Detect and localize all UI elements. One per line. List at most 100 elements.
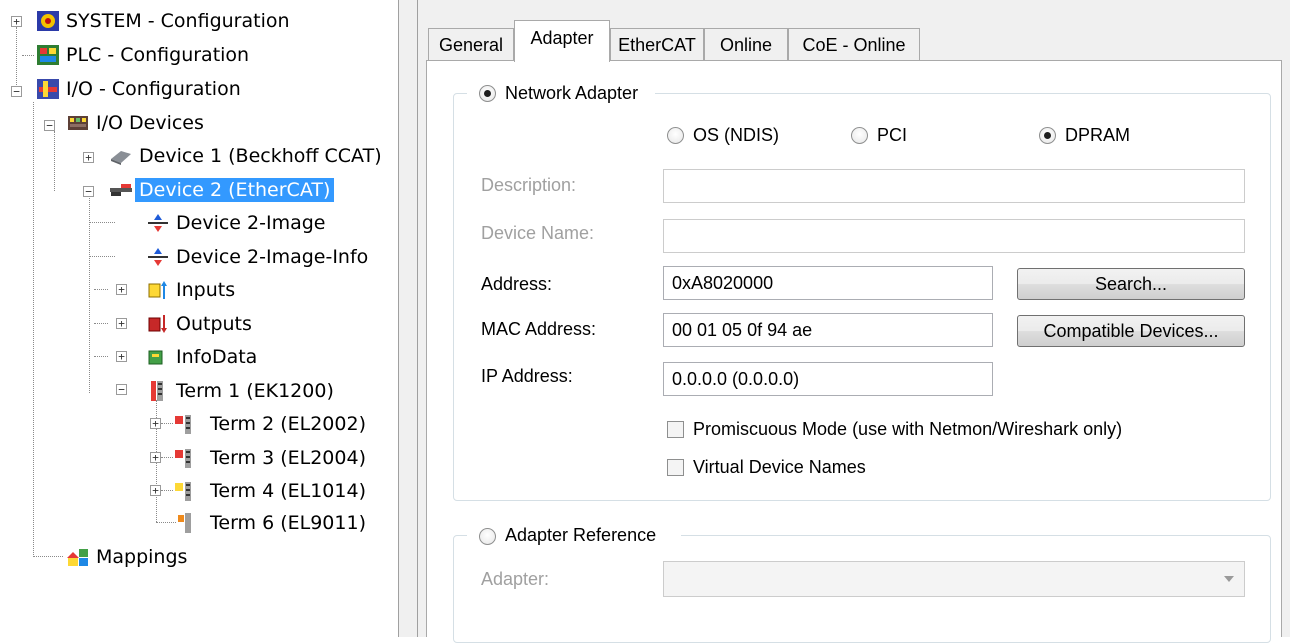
output-terminal-icon	[172, 447, 196, 469]
tree-item-infodata[interactable]: InfoData	[146, 341, 257, 373]
properties-panel: General Adapter EtherCAT Online CoE - On…	[418, 0, 1290, 643]
expand-toggle[interactable]: +	[11, 16, 22, 27]
tab-coe-online[interactable]: CoE - Online	[788, 28, 920, 60]
configuration-tree[interactable]: + − − + − + + + − + + + SYSTEM - Configu…	[0, 0, 400, 637]
tree-line	[33, 556, 63, 557]
tree-item-label: I/O - Configuration	[66, 78, 241, 100]
tree-item-label: Term 3 (EL2004)	[210, 447, 366, 469]
io-devices-icon	[66, 112, 90, 134]
expand-toggle[interactable]: +	[150, 485, 161, 496]
network-adapter-label: Network Adapter	[505, 83, 639, 103]
tab-general[interactable]: General	[428, 28, 514, 60]
tree-line	[94, 356, 108, 357]
tree-item-label: Outputs	[176, 313, 252, 335]
io-config-icon	[36, 78, 60, 100]
pci-radio[interactable]	[851, 127, 868, 144]
expand-toggle[interactable]: +	[150, 452, 161, 463]
tree-item-label: Device 1 (Beckhoff CCAT)	[139, 145, 382, 167]
pci-label: PCI	[877, 125, 908, 145]
tree-item-term6[interactable]: Term 6 (EL9011)	[172, 507, 366, 539]
tree-line	[89, 222, 115, 223]
collapse-toggle[interactable]: −	[44, 120, 55, 131]
tree-item-label-selected: Device 2 (EtherCAT)	[135, 178, 335, 202]
tree-item-label: PLC - Configuration	[66, 44, 250, 66]
tree-item-mappings[interactable]: Mappings	[66, 541, 187, 573]
promiscuous-mode-checkbox[interactable]	[667, 421, 684, 438]
dpram-label: DPRAM	[1065, 125, 1131, 145]
search-button[interactable]: Search...	[1017, 268, 1245, 300]
device-name-field[interactable]	[663, 219, 1245, 253]
expand-toggle[interactable]: +	[150, 418, 161, 429]
tree-item-outputs[interactable]: Outputs	[146, 308, 252, 340]
expand-toggle[interactable]: +	[116, 318, 127, 329]
network-adapter-radio[interactable]	[479, 85, 496, 102]
tree-item-term4[interactable]: Term 4 (EL1014)	[172, 475, 366, 507]
expand-toggle[interactable]: +	[116, 284, 127, 295]
tree-item-label: Device 2-Image-Info	[176, 246, 369, 268]
tree-item-term3[interactable]: Term 3 (EL2004)	[172, 442, 366, 474]
tree-item-device1[interactable]: Device 1 (Beckhoff CCAT)	[109, 140, 382, 172]
ip-address-field[interactable]: 0.0.0.0 (0.0.0.0)	[663, 362, 993, 396]
tree-line	[16, 27, 17, 91]
tree-item-label: Inputs	[176, 279, 236, 301]
tree-line	[94, 289, 108, 290]
tree-item-label: Term 1 (EK1200)	[176, 380, 334, 402]
tab-online[interactable]: Online	[704, 28, 788, 60]
tree-line	[89, 256, 115, 257]
tree-item-device2[interactable]: Device 2 (EtherCAT)	[109, 174, 335, 206]
dpram-radio[interactable]	[1039, 127, 1056, 144]
tree-item-label: Device 2-Image	[176, 212, 326, 234]
expand-toggle[interactable]: +	[116, 351, 127, 362]
splitter[interactable]	[398, 0, 418, 637]
virtual-device-names-checkbox[interactable]	[667, 459, 684, 476]
adapter-tab-page: Network Adapter OS (NDIS) PCI DPRAM Desc…	[426, 60, 1282, 643]
tree-line	[94, 323, 108, 324]
mac-address-label: MAC Address:	[481, 319, 597, 339]
mac-address-field[interactable]: 00 01 05 0f 94 ae	[663, 313, 993, 347]
tree-item-io[interactable]: I/O - Configuration	[36, 73, 241, 105]
adapter-select[interactable]	[663, 561, 1245, 597]
infodata-icon	[146, 346, 170, 368]
collapse-toggle[interactable]: −	[83, 186, 94, 197]
tree-item-label: Mappings	[96, 546, 188, 568]
adapter-label: Adapter:	[481, 569, 550, 589]
network-card-icon	[109, 145, 133, 167]
collapse-toggle[interactable]: −	[116, 384, 127, 395]
adapter-reference-label: Adapter Reference	[505, 525, 657, 545]
inputs-icon	[146, 279, 170, 301]
tree-line	[54, 131, 55, 191]
os-ndis-radio[interactable]	[667, 127, 684, 144]
tree-item-image[interactable]: Device 2-Image	[146, 207, 325, 239]
device-name-label: Device Name:	[481, 223, 595, 243]
tree-item-label: Term 6 (EL9011)	[210, 512, 366, 534]
plc-config-icon	[36, 44, 60, 66]
promiscuous-mode-label: Promiscuous Mode (use with Netmon/Wiresh…	[693, 419, 1123, 439]
address-field[interactable]: 0xA8020000	[663, 266, 993, 300]
end-terminal-icon	[172, 512, 196, 534]
tree-line	[33, 102, 34, 557]
output-terminal-icon	[172, 413, 196, 435]
tab-adapter[interactable]: Adapter	[514, 20, 610, 62]
process-image-info-icon	[146, 246, 170, 268]
virtual-device-names-label: Virtual Device Names	[693, 457, 866, 477]
tab-ethercat[interactable]: EtherCAT	[610, 28, 704, 60]
address-label: Address:	[481, 274, 553, 294]
collapse-toggle[interactable]: −	[11, 86, 22, 97]
tree-item-label: Term 2 (EL2002)	[210, 413, 366, 435]
tree-item-io-devices[interactable]: I/O Devices	[66, 107, 204, 139]
tree-item-label: Term 4 (EL1014)	[210, 480, 366, 502]
tree-item-image-info[interactable]: Device 2-Image-Info	[146, 241, 368, 273]
tree-item-inputs[interactable]: Inputs	[146, 274, 235, 306]
compatible-devices-button[interactable]: Compatible Devices...	[1017, 315, 1245, 347]
tree-item-term2[interactable]: Term 2 (EL2002)	[172, 408, 366, 440]
chevron-down-icon	[1224, 576, 1234, 582]
description-field[interactable]	[663, 169, 1245, 203]
ethercat-device-icon	[109, 179, 133, 201]
tree-line	[89, 198, 90, 393]
tree-item-plc[interactable]: PLC - Configuration	[36, 39, 249, 71]
expand-toggle[interactable]: +	[83, 152, 94, 163]
tree-item-term1[interactable]: Term 1 (EK1200)	[146, 375, 334, 407]
tree-item-system[interactable]: SYSTEM - Configuration	[36, 5, 290, 37]
adapter-reference-radio[interactable]	[479, 528, 496, 545]
system-config-icon	[36, 10, 60, 32]
